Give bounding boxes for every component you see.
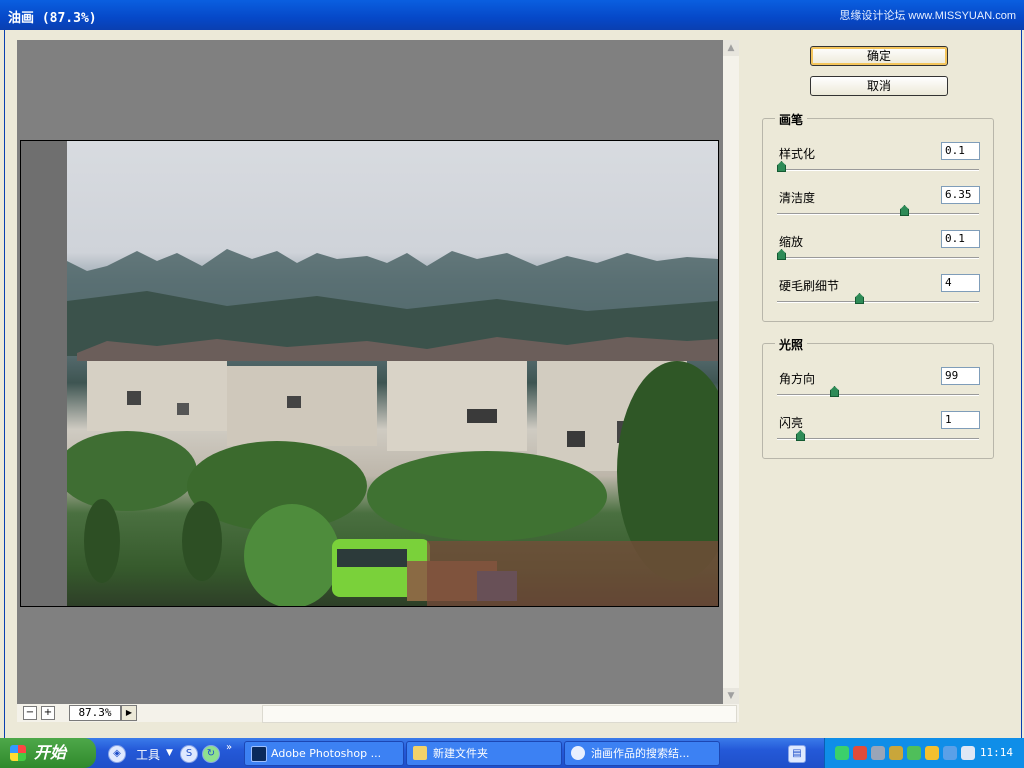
tray-green-icon[interactable]: [907, 746, 921, 760]
start-button[interactable]: 开始: [0, 738, 96, 768]
clock: 11:14: [979, 746, 1013, 759]
zoom-out-button[interactable]: −: [23, 706, 37, 720]
refresh-green-icon[interactable]: ↻: [202, 745, 220, 763]
horizontal-scrollbar[interactable]: [262, 705, 737, 723]
stylization-slider-thumb[interactable]: [777, 161, 786, 172]
angle-slider[interactable]: [777, 386, 979, 397]
language-bar-icon[interactable]: ▤: [788, 745, 806, 763]
shine-input[interactable]: 1: [941, 411, 980, 429]
tray-shield-icon[interactable]: [925, 746, 939, 760]
angle-label: 角方向: [779, 372, 816, 386]
brush-group: 画笔 样式化 0.1 清洁度 6.35 缩放 0.1 硬毛刷细节 4: [762, 111, 994, 322]
lighting-group: 光照 角方向 99 闪亮 1: [762, 336, 994, 459]
cleanliness-input[interactable]: 6.35: [941, 186, 980, 204]
bristle-detail-input[interactable]: 4: [941, 274, 980, 292]
lighting-group-title: 光照: [775, 336, 808, 353]
zoom-in-button[interactable]: +: [41, 706, 55, 720]
task-new-folder-label: 新建文件夹: [433, 747, 488, 760]
tray-pdf-icon[interactable]: [853, 746, 867, 760]
scroll-up-icon[interactable]: ▲: [723, 40, 739, 56]
angle-input[interactable]: 99: [941, 367, 980, 385]
cleanliness-slider-thumb[interactable]: [900, 205, 909, 216]
tray-q-icon[interactable]: [835, 746, 849, 760]
task-photoshop-label: Adobe Photoshop ...: [271, 747, 382, 760]
preview-frame: [20, 140, 719, 607]
oil-paint-dialog: ▲ ▼ − + 87.3% ▶ 确定 取消 画笔 样式化 0.1 清洁度 6.3…: [4, 30, 1022, 738]
preview-image[interactable]: [67, 141, 718, 606]
angle-slider-thumb[interactable]: [830, 386, 839, 397]
watermark-text: 思缘设计论坛 www.MISSYUAN.com: [839, 10, 1016, 22]
bristle-detail-slider[interactable]: [777, 293, 979, 304]
cleanliness-label: 清洁度: [779, 191, 816, 205]
scale-label: 缩放: [779, 235, 804, 249]
tools-toolbar-label[interactable]: 工具: [136, 746, 160, 763]
cancel-button[interactable]: 取消: [810, 76, 948, 96]
search-browser-icon: [571, 746, 585, 760]
scroll-down-icon[interactable]: ▼: [723, 688, 739, 704]
folder-icon: [413, 746, 427, 760]
cleanliness-slider[interactable]: [777, 205, 979, 216]
quicklaunch-icon[interactable]: ◈: [108, 745, 126, 763]
task-new-folder[interactable]: 新建文件夹: [406, 741, 562, 766]
preview-area[interactable]: [17, 40, 723, 704]
tray-chat-icon[interactable]: [943, 746, 957, 760]
stylization-input[interactable]: 0.1: [941, 142, 980, 160]
photoshop-icon: [251, 746, 267, 762]
zoom-level-field[interactable]: 87.3%: [69, 705, 121, 721]
tray-tool-icon[interactable]: [889, 746, 903, 760]
shine-label: 闪亮: [779, 416, 804, 430]
brush-group-title: 画笔: [775, 111, 808, 128]
bristle-detail-label: 硬毛刷细节: [779, 279, 840, 293]
vertical-scrollbar[interactable]: ▲ ▼: [723, 40, 739, 704]
title-bar: 油画 (87.3%) 思缘设计论坛 www.MISSYUAN.com: [0, 0, 1024, 30]
system-tray: 11:14: [824, 738, 1024, 768]
tray-network-icon[interactable]: [871, 746, 885, 760]
taskbar: 开始 ◈ 工具 ▼ S ↻ » Adobe Photoshop ... 新建文件…: [0, 738, 1024, 768]
start-label: 开始: [34, 743, 67, 762]
tray-cloud-icon[interactable]: [961, 746, 975, 760]
stylization-label: 样式化: [779, 147, 816, 161]
window-title: 油画 (87.3%): [8, 11, 97, 26]
task-search-results-label: 油画作品的搜索结...: [591, 747, 690, 760]
toolbar-dropdown-icon[interactable]: ▼: [166, 748, 173, 758]
scale-slider[interactable]: [777, 249, 979, 260]
ok-button[interactable]: 确定: [810, 46, 948, 66]
sogou-s-icon[interactable]: S: [180, 745, 198, 763]
task-photoshop[interactable]: Adobe Photoshop ...: [244, 741, 404, 766]
preview-toolbar: − + 87.3% ▶: [17, 704, 739, 723]
scale-slider-thumb[interactable]: [777, 249, 786, 260]
stylization-slider[interactable]: [777, 161, 979, 172]
more-quicklaunch-icon[interactable]: »: [226, 742, 232, 753]
zoom-menu-arrow-icon[interactable]: ▶: [121, 705, 137, 721]
task-search-results[interactable]: 油画作品的搜索结...: [564, 741, 720, 766]
windows-logo-icon: [10, 745, 26, 761]
bristle-detail-slider-thumb[interactable]: [855, 293, 864, 304]
shine-slider-thumb[interactable]: [796, 430, 805, 441]
shine-slider[interactable]: [777, 430, 979, 441]
scale-input[interactable]: 0.1: [941, 230, 980, 248]
